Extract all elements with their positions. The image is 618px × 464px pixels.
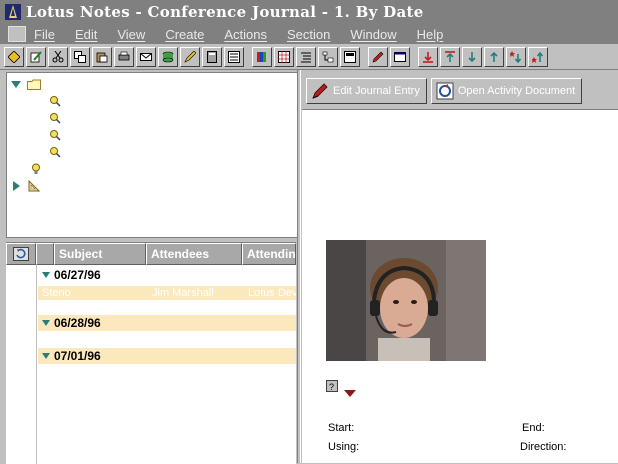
start-label: Start:	[328, 422, 355, 434]
pane-splitter[interactable]	[297, 70, 301, 463]
database-icon[interactable]	[158, 46, 178, 67]
smarticon-toolbar	[0, 44, 618, 70]
design-icon	[28, 180, 40, 192]
menu-section[interactable]: Section	[287, 27, 330, 42]
using-label: Using:	[328, 441, 360, 453]
mail-icon[interactable]	[136, 46, 156, 67]
tree-icon[interactable]	[318, 46, 338, 67]
prev-unread-icon[interactable]	[528, 46, 548, 67]
end-label: End:	[522, 422, 545, 434]
edit-mode-icon[interactable]	[180, 46, 200, 67]
twistie-expanded-icon[interactable]	[42, 353, 50, 359]
nav-item-view-2[interactable]	[49, 111, 61, 125]
navigate-up-icon[interactable]	[440, 46, 460, 67]
system-menu-icon[interactable]	[8, 26, 26, 42]
category-row-0627[interactable]: 06/27/96	[38, 267, 296, 283]
table-row[interactable]: Steno Jim Marshall Lotus Dev	[38, 286, 296, 300]
attendee-photo	[326, 240, 486, 361]
title-bar: Lotus Notes - Conference Journal - 1. By…	[0, 0, 618, 24]
open-activity-document-label: Open Activity Document	[457, 84, 576, 97]
open-activity-icon	[436, 82, 454, 99]
navigator-pane	[6, 72, 298, 238]
paste-icon[interactable]	[92, 46, 112, 67]
menu-edit[interactable]: Edit	[75, 27, 97, 42]
outline-icon[interactable]	[296, 46, 316, 67]
bookshelf-icon[interactable]	[252, 46, 272, 67]
category-row-0628[interactable]: 06/28/96	[38, 315, 296, 331]
nav-item-root-folder[interactable]	[11, 77, 41, 91]
menu-bar: File Edit View Create Actions Section Wi…	[0, 24, 618, 44]
direction-label: Direction:	[520, 441, 567, 453]
search-view-icon	[50, 113, 61, 124]
pen-edit-icon	[312, 82, 328, 99]
view-pane: Subject Attendees Attending 06/27/96 Ste…	[6, 242, 296, 464]
row-attending: Lotus Dev	[248, 287, 296, 299]
menu-view[interactable]: View	[117, 27, 145, 42]
nav-item-view-4[interactable]	[49, 145, 61, 159]
row-subject: Steno	[42, 287, 71, 299]
cut-icon[interactable]	[48, 46, 68, 67]
column-subject[interactable]: Subject	[54, 243, 146, 265]
next-unread-icon[interactable]	[506, 46, 526, 67]
smarticon-diamond-icon[interactable]	[4, 46, 24, 67]
column-attending[interactable]: Attending	[242, 243, 296, 265]
menu-file[interactable]: File	[34, 27, 55, 42]
category-date: 06/28/96	[54, 316, 101, 330]
twistie-expanded-icon[interactable]	[42, 272, 50, 278]
menu-actions[interactable]: Actions	[224, 27, 267, 42]
twistie-expanded-icon[interactable]	[42, 320, 50, 326]
edit-journal-entry-label: Edit Journal Entry	[333, 84, 420, 97]
agent-bulb-icon	[32, 163, 40, 174]
row-attendees: Jim Marshall	[152, 287, 214, 299]
document-preview-pane: Edit Journal Entry Open Activity Documen…	[302, 72, 618, 463]
window-title: Lotus Notes - Conference Journal - 1. By…	[26, 3, 424, 21]
section-collapse-icon[interactable]	[344, 390, 356, 398]
menu-create[interactable]: Create	[165, 27, 204, 42]
twistie-expanded-icon[interactable]	[11, 80, 21, 88]
view-column-header: Subject Attendees Attending	[6, 243, 296, 265]
open-activity-document-button[interactable]: Open Activity Document	[430, 77, 583, 104]
action-bar: Edit Journal Entry Open Activity Documen…	[302, 72, 618, 110]
folder-icon	[27, 79, 41, 90]
category-date: 07/01/96	[54, 349, 101, 363]
refresh-icon	[13, 247, 29, 261]
printer-icon[interactable]	[114, 46, 134, 67]
copy-icon[interactable]	[70, 46, 90, 67]
category-row-0701[interactable]: 07/01/96	[38, 348, 296, 364]
view-column-unread[interactable]	[36, 243, 54, 265]
edit-document-icon[interactable]	[26, 46, 46, 67]
search-view-icon	[50, 96, 61, 107]
properties-icon[interactable]	[224, 46, 244, 67]
navigate-up-green-icon[interactable]	[484, 46, 504, 67]
category-date: 06/27/96	[54, 268, 101, 282]
spreadsheet-icon[interactable]	[274, 46, 294, 67]
nav-item-view-3[interactable]	[49, 128, 61, 142]
pen-edit-icon[interactable]	[368, 46, 388, 67]
view-icon[interactable]	[340, 46, 360, 67]
window-icon[interactable]	[390, 46, 410, 67]
nav-item-design[interactable]	[13, 179, 40, 193]
refresh-view-button[interactable]	[6, 243, 36, 265]
menu-help[interactable]: Help	[417, 27, 444, 42]
menu-window[interactable]: Window	[350, 27, 396, 42]
lotus-notes-app-icon[interactable]	[4, 3, 22, 21]
navigate-down-icon[interactable]	[462, 46, 482, 67]
search-view-icon	[50, 130, 61, 141]
nav-item-agents[interactable]	[31, 162, 41, 176]
edit-journal-entry-button[interactable]: Edit Journal Entry	[306, 77, 427, 104]
help-doc-icon[interactable]: ?	[326, 380, 338, 392]
svg-text:?: ?	[329, 382, 334, 392]
calculator-icon[interactable]	[202, 46, 222, 67]
column-attendees[interactable]: Attendees	[146, 243, 242, 265]
nav-item-view-1[interactable]	[49, 94, 61, 108]
view-margin	[6, 265, 37, 464]
search-view-icon	[50, 147, 61, 158]
navigate-down-red-icon[interactable]	[418, 46, 438, 67]
twistie-collapsed-icon[interactable]	[13, 181, 20, 191]
